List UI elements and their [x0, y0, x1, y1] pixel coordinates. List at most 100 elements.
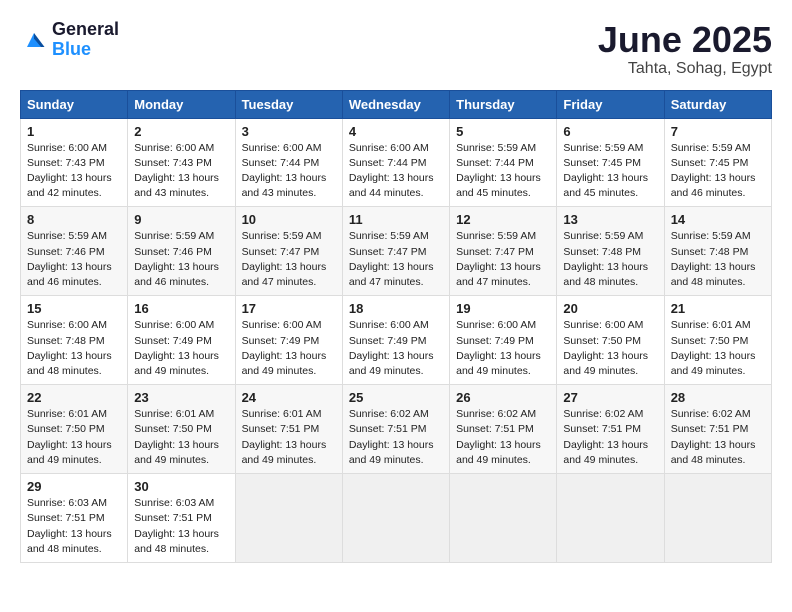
sunrise-label: Sunrise: 6:00 AM — [456, 319, 536, 331]
day-number: 5 — [456, 124, 550, 139]
day-number: 27 — [563, 390, 657, 405]
calendar-cell: 13 Sunrise: 5:59 AM Sunset: 7:48 PM Dayl… — [557, 207, 664, 296]
daylight-label: Daylight: 13 hours and 43 minutes. — [242, 172, 327, 199]
daylight-label: Daylight: 13 hours and 44 minutes. — [349, 172, 434, 199]
daylight-label: Daylight: 13 hours and 47 minutes. — [242, 261, 327, 288]
sunrise-label: Sunrise: 5:59 AM — [456, 142, 536, 154]
sunrise-label: Sunrise: 6:00 AM — [134, 319, 214, 331]
day-number: 7 — [671, 124, 765, 139]
day-number: 23 — [134, 390, 228, 405]
calendar-cell: 14 Sunrise: 5:59 AM Sunset: 7:48 PM Dayl… — [664, 207, 771, 296]
day-info: Sunrise: 5:59 AM Sunset: 7:45 PM Dayligh… — [563, 141, 657, 202]
daylight-label: Daylight: 13 hours and 42 minutes. — [27, 172, 112, 199]
day-number: 21 — [671, 301, 765, 316]
day-info: Sunrise: 5:59 AM Sunset: 7:47 PM Dayligh… — [349, 229, 443, 290]
calendar-table: Sunday Monday Tuesday Wednesday Thursday… — [20, 90, 772, 563]
sunset-label: Sunset: 7:49 PM — [134, 335, 212, 347]
sunset-label: Sunset: 7:51 PM — [27, 512, 105, 524]
day-info: Sunrise: 5:59 AM Sunset: 7:46 PM Dayligh… — [134, 229, 228, 290]
day-number: 19 — [456, 301, 550, 316]
sunset-label: Sunset: 7:47 PM — [456, 246, 534, 258]
sunrise-label: Sunrise: 6:00 AM — [27, 319, 107, 331]
sunset-label: Sunset: 7:51 PM — [456, 423, 534, 435]
daylight-label: Daylight: 13 hours and 48 minutes. — [134, 528, 219, 555]
daylight-label: Daylight: 13 hours and 43 minutes. — [134, 172, 219, 199]
day-number: 12 — [456, 212, 550, 227]
col-wednesday: Wednesday — [342, 90, 449, 118]
daylight-label: Daylight: 13 hours and 46 minutes. — [134, 261, 219, 288]
sunset-label: Sunset: 7:50 PM — [27, 423, 105, 435]
daylight-label: Daylight: 13 hours and 48 minutes. — [27, 350, 112, 377]
sunrise-label: Sunrise: 6:00 AM — [563, 319, 643, 331]
daylight-label: Daylight: 13 hours and 49 minutes. — [134, 439, 219, 466]
calendar-cell — [235, 474, 342, 563]
calendar-cell: 23 Sunrise: 6:01 AM Sunset: 7:50 PM Dayl… — [128, 385, 235, 474]
day-info: Sunrise: 6:01 AM Sunset: 7:50 PM Dayligh… — [27, 407, 121, 468]
calendar-cell — [557, 474, 664, 563]
page-header: General Blue June 2025 Tahta, Sohag, Egy… — [20, 20, 772, 78]
calendar-cell: 20 Sunrise: 6:00 AM Sunset: 7:50 PM Dayl… — [557, 296, 664, 385]
sunrise-label: Sunrise: 5:59 AM — [134, 230, 214, 242]
sunset-label: Sunset: 7:51 PM — [134, 512, 212, 524]
calendar-cell — [342, 474, 449, 563]
sunrise-label: Sunrise: 6:02 AM — [563, 408, 643, 420]
calendar-cell: 30 Sunrise: 6:03 AM Sunset: 7:51 PM Dayl… — [128, 474, 235, 563]
daylight-label: Daylight: 13 hours and 49 minutes. — [456, 439, 541, 466]
sunrise-label: Sunrise: 6:03 AM — [134, 497, 214, 509]
day-number: 4 — [349, 124, 443, 139]
sunset-label: Sunset: 7:48 PM — [671, 246, 749, 258]
day-info: Sunrise: 5:59 AM Sunset: 7:46 PM Dayligh… — [27, 229, 121, 290]
day-info: Sunrise: 6:00 AM Sunset: 7:50 PM Dayligh… — [563, 318, 657, 379]
day-info: Sunrise: 6:00 AM Sunset: 7:49 PM Dayligh… — [242, 318, 336, 379]
week-row-5: 29 Sunrise: 6:03 AM Sunset: 7:51 PM Dayl… — [21, 474, 772, 563]
sunrise-label: Sunrise: 5:59 AM — [563, 230, 643, 242]
logo-icon — [20, 26, 48, 54]
calendar-cell — [450, 474, 557, 563]
daylight-label: Daylight: 13 hours and 46 minutes. — [27, 261, 112, 288]
logo-blue: Blue — [52, 40, 119, 60]
daylight-label: Daylight: 13 hours and 49 minutes. — [671, 350, 756, 377]
day-info: Sunrise: 6:00 AM Sunset: 7:44 PM Dayligh… — [349, 141, 443, 202]
col-saturday: Saturday — [664, 90, 771, 118]
sunrise-label: Sunrise: 5:59 AM — [242, 230, 322, 242]
day-info: Sunrise: 6:03 AM Sunset: 7:51 PM Dayligh… — [134, 496, 228, 557]
day-info: Sunrise: 6:02 AM Sunset: 7:51 PM Dayligh… — [349, 407, 443, 468]
day-info: Sunrise: 6:01 AM Sunset: 7:50 PM Dayligh… — [134, 407, 228, 468]
day-info: Sunrise: 6:00 AM Sunset: 7:43 PM Dayligh… — [27, 141, 121, 202]
daylight-label: Daylight: 13 hours and 49 minutes. — [349, 439, 434, 466]
daylight-label: Daylight: 13 hours and 49 minutes. — [563, 350, 648, 377]
sunrise-label: Sunrise: 6:00 AM — [349, 142, 429, 154]
sunset-label: Sunset: 7:43 PM — [134, 157, 212, 169]
sunset-label: Sunset: 7:47 PM — [242, 246, 320, 258]
day-number: 26 — [456, 390, 550, 405]
sunset-label: Sunset: 7:44 PM — [242, 157, 320, 169]
sunset-label: Sunset: 7:45 PM — [563, 157, 641, 169]
sunrise-label: Sunrise: 6:03 AM — [27, 497, 107, 509]
day-info: Sunrise: 5:59 AM Sunset: 7:48 PM Dayligh… — [563, 229, 657, 290]
sunrise-label: Sunrise: 5:59 AM — [27, 230, 107, 242]
sunrise-label: Sunrise: 5:59 AM — [671, 230, 751, 242]
col-monday: Monday — [128, 90, 235, 118]
logo-general: General — [52, 20, 119, 40]
daylight-label: Daylight: 13 hours and 46 minutes. — [671, 172, 756, 199]
daylight-label: Daylight: 13 hours and 49 minutes. — [563, 439, 648, 466]
daylight-label: Daylight: 13 hours and 49 minutes. — [456, 350, 541, 377]
calendar-cell: 9 Sunrise: 5:59 AM Sunset: 7:46 PM Dayli… — [128, 207, 235, 296]
calendar-cell: 11 Sunrise: 5:59 AM Sunset: 7:47 PM Dayl… — [342, 207, 449, 296]
sunset-label: Sunset: 7:46 PM — [134, 246, 212, 258]
col-sunday: Sunday — [21, 90, 128, 118]
sunrise-label: Sunrise: 6:00 AM — [134, 142, 214, 154]
logo: General Blue — [20, 20, 119, 60]
calendar-cell: 12 Sunrise: 5:59 AM Sunset: 7:47 PM Dayl… — [450, 207, 557, 296]
day-number: 15 — [27, 301, 121, 316]
daylight-label: Daylight: 13 hours and 49 minutes. — [242, 350, 327, 377]
sunset-label: Sunset: 7:48 PM — [563, 246, 641, 258]
sunrise-label: Sunrise: 6:01 AM — [27, 408, 107, 420]
sunrise-label: Sunrise: 6:00 AM — [27, 142, 107, 154]
day-number: 24 — [242, 390, 336, 405]
day-number: 22 — [27, 390, 121, 405]
day-number: 25 — [349, 390, 443, 405]
title-block: June 2025 Tahta, Sohag, Egypt — [598, 20, 772, 78]
sunset-label: Sunset: 7:49 PM — [456, 335, 534, 347]
daylight-label: Daylight: 13 hours and 47 minutes. — [456, 261, 541, 288]
